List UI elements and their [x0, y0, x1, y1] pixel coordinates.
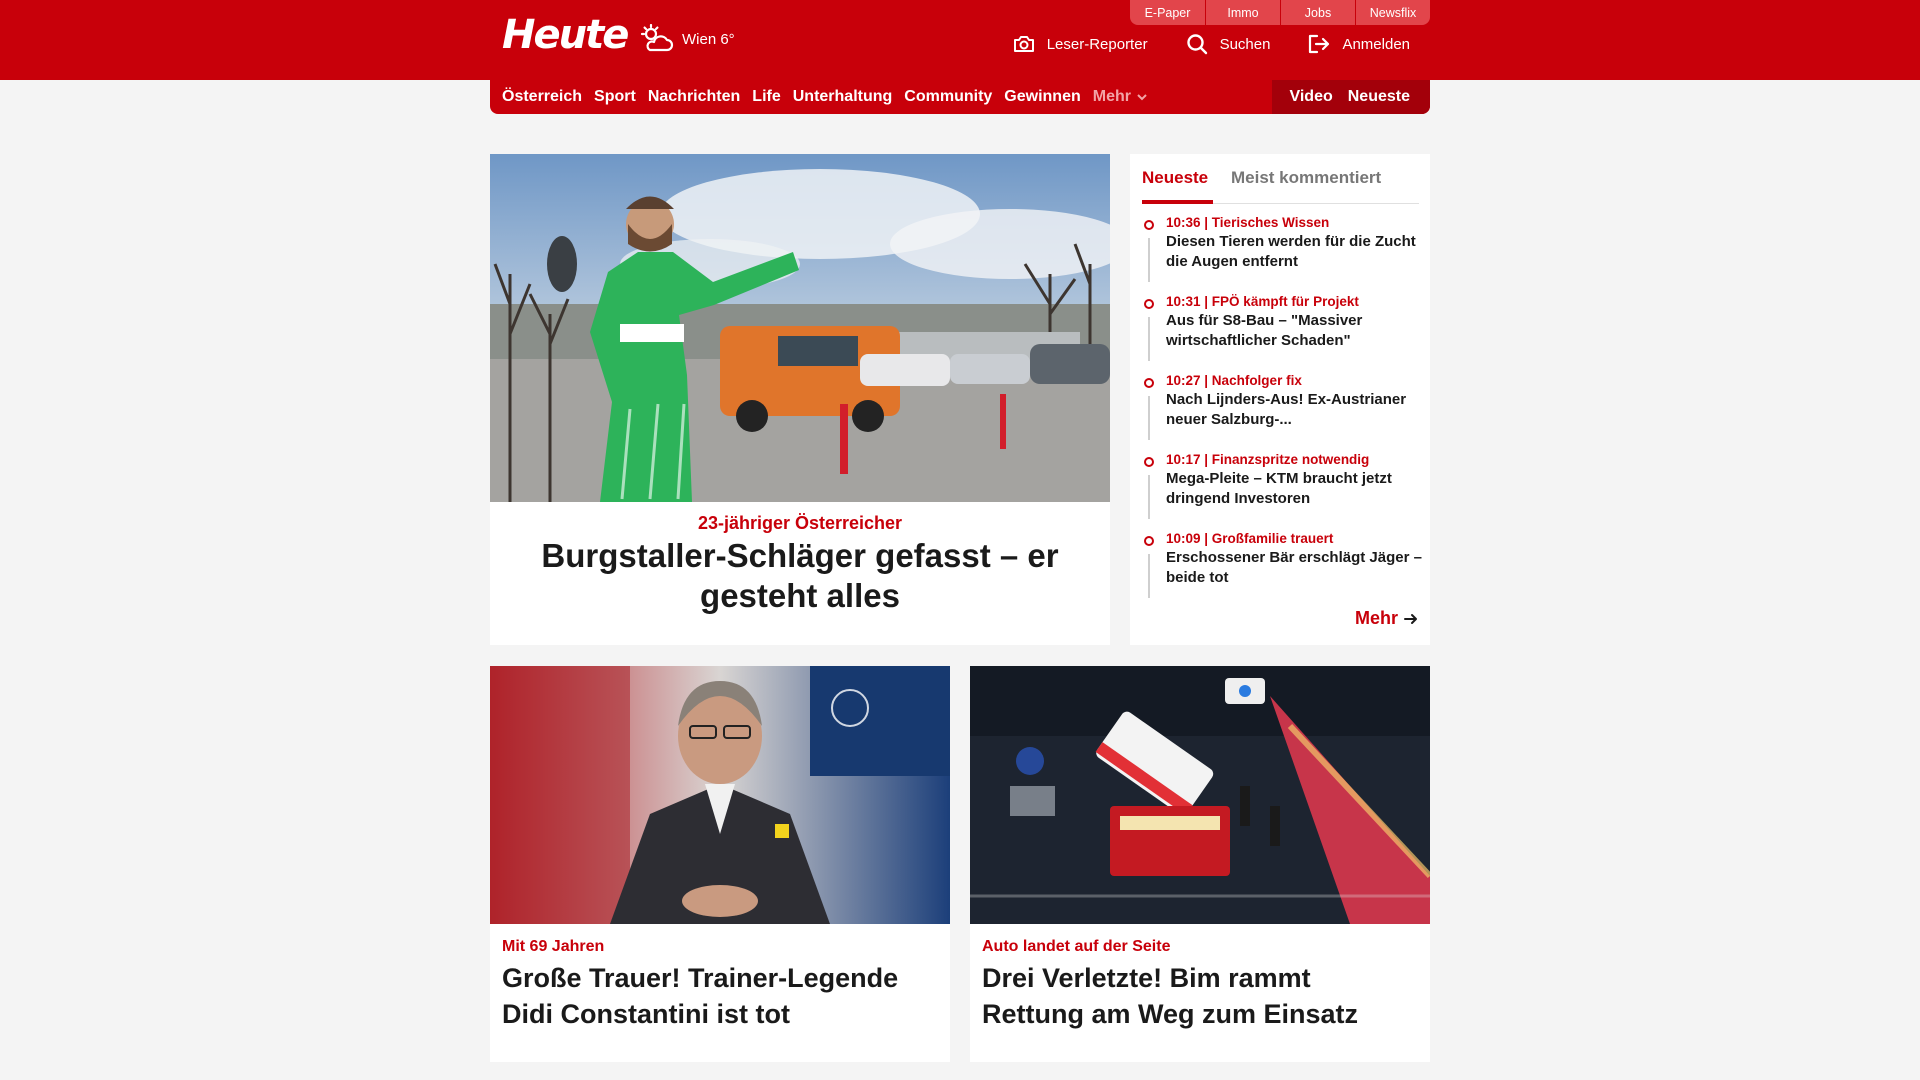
- timeline-meta: 10:09 | Großfamilie trauert: [1166, 531, 1334, 546]
- hero-image[interactable]: [490, 154, 1110, 502]
- hero-kicker: 23-jähriger Österreicher: [697, 513, 903, 533]
- timeline-title[interactable]: Aus für S8-Bau – "Massiver wirtschaftlic…: [1166, 311, 1424, 351]
- weather-widget[interactable]: Wien 6°: [640, 24, 735, 54]
- sidebar-more-link[interactable]: Mehr: [1355, 608, 1418, 629]
- timeline-title[interactable]: Diesen Tieren werden für die Zucht die A…: [1166, 232, 1424, 272]
- timeline-item[interactable]: 10:36 | Tierisches Wissen Diesen Tieren …: [1144, 212, 1424, 291]
- nav-right: Video Neueste: [1272, 80, 1430, 114]
- news-timeline: 10:36 | Tierisches Wissen Diesen Tieren …: [1144, 212, 1424, 607]
- weather-label: Wien 6°: [682, 30, 735, 48]
- sidebar-tabs: Neueste Meist kommentiert: [1142, 164, 1419, 204]
- nav-item-oesterreich[interactable]: Österreich: [502, 88, 582, 106]
- timeline-meta: 10:17 | Finanzspritze notwendig: [1166, 452, 1370, 467]
- search-label: Suchen: [1219, 35, 1271, 53]
- hero-title[interactable]: Burgstaller-Schläger gefasst – er gesteh…: [530, 536, 1070, 616]
- timeline-line: [1148, 554, 1150, 598]
- login-icon: [1309, 34, 1330, 54]
- site-header: Heute Wien 6° E-Paper Immo Jobs Newsflix…: [0, 0, 1920, 80]
- timeline-line: [1148, 475, 1150, 519]
- timeline-item[interactable]: 10:31 | FPÖ kämpft für Projekt Aus für S…: [1144, 291, 1424, 370]
- article-card[interactable]: Mit 69 Jahren Große Trauer! Trainer-Lege…: [490, 666, 950, 1062]
- nav-item-unterhaltung[interactable]: Unterhaltung: [793, 88, 893, 106]
- timeline-dot: [1144, 378, 1154, 388]
- header-inner: Heute Wien 6° E-Paper Immo Jobs Newsflix…: [490, 0, 1430, 80]
- main-nav: Österreich Sport Nachrichten Life Unterh…: [490, 80, 1430, 114]
- service-tab-jobs[interactable]: Jobs: [1280, 0, 1355, 25]
- nav-more-label: Mehr: [1092, 88, 1131, 105]
- timeline-item[interactable]: 10:09 | Großfamilie trauert Erschossener…: [1144, 528, 1424, 607]
- search-button[interactable]: Suchen: [1186, 33, 1271, 55]
- hero-photo-player: [490, 154, 1110, 502]
- arrow-right-icon: [1404, 613, 1417, 624]
- nav-item-gewinnen[interactable]: Gewinnen: [1004, 88, 1080, 106]
- nav-item-life[interactable]: Life: [752, 88, 780, 106]
- hero-article[interactable]: 23-jähriger Österreicher Burgstaller-Sch…: [490, 154, 1110, 645]
- nav-item-community[interactable]: Community: [904, 88, 992, 106]
- login-button[interactable]: Anmelden: [1308, 33, 1410, 55]
- timeline-item[interactable]: 10:27 | Nachfolger fix Nach Lijnders-Aus…: [1144, 370, 1424, 449]
- tab-neueste[interactable]: Neueste: [1142, 164, 1213, 204]
- nav-item-sport[interactable]: Sport: [594, 88, 636, 106]
- article-image[interactable]: [490, 666, 950, 924]
- latest-news-sidebar: Neueste Meist kommentiert 10:36 | Tieris…: [1130, 154, 1430, 645]
- timeline-meta: 10:31 | FPÖ kämpft für Projekt: [1166, 294, 1359, 309]
- timeline-line: [1148, 396, 1150, 440]
- site-logo[interactable]: Heute: [502, 12, 629, 58]
- card-title[interactable]: Große Trauer! Trainer-Legende Didi Const…: [502, 960, 938, 1032]
- timeline-line: [1148, 317, 1150, 361]
- leser-reporter-button[interactable]: Leser-Reporter: [1013, 33, 1148, 55]
- chevron-down-icon: [1137, 93, 1147, 100]
- card-photo-coach: [490, 666, 950, 924]
- timeline-dot: [1144, 299, 1154, 309]
- card-kicker: Mit 69 Jahren: [502, 938, 605, 955]
- article-image[interactable]: [970, 666, 1430, 924]
- timeline-dot: [1144, 220, 1154, 230]
- timeline-title[interactable]: Mega-Pleite – KTM braucht jetzt dringend…: [1166, 469, 1424, 509]
- timeline-item[interactable]: 10:17 | Finanzspritze notwendig Mega-Ple…: [1144, 449, 1424, 528]
- timeline-line: [1148, 238, 1150, 282]
- timeline-dot: [1144, 457, 1154, 467]
- service-tab-newsflix[interactable]: Newsflix: [1355, 0, 1430, 25]
- nav-item-neueste[interactable]: Neueste: [1348, 88, 1410, 106]
- service-tabs: E-Paper Immo Jobs Newsflix: [1130, 0, 1430, 25]
- login-label: Anmelden: [1342, 35, 1410, 53]
- timeline-dot: [1144, 536, 1154, 546]
- card-title[interactable]: Drei Verletzte! Bim rammt Rettung am Weg…: [982, 960, 1418, 1032]
- timeline-meta: 10:27 | Nachfolger fix: [1166, 373, 1302, 388]
- nav-item-video[interactable]: Video: [1289, 88, 1332, 106]
- leser-reporter-label: Leser-Reporter: [1046, 35, 1148, 53]
- weather-cloud-sun-icon: [640, 24, 674, 52]
- nav-items: Österreich Sport Nachrichten Life Unterh…: [502, 80, 1147, 114]
- tab-meist-kommentiert[interactable]: Meist kommentiert: [1231, 168, 1381, 188]
- search-icon: [1186, 34, 1207, 55]
- article-card[interactable]: Auto landet auf der Seite Drei Verletzte…: [970, 666, 1430, 1062]
- card-kicker: Auto landet auf der Seite: [982, 938, 1171, 955]
- header-actions: Leser-Reporter Suchen Anmelden: [1013, 33, 1410, 55]
- sidebar-more-label: Mehr: [1354, 608, 1398, 628]
- service-tab-immo[interactable]: Immo: [1205, 0, 1280, 25]
- service-tab-epaper[interactable]: E-Paper: [1130, 0, 1205, 25]
- timeline-meta: 10:36 | Tierisches Wissen: [1166, 215, 1330, 230]
- card-photo-accident: [970, 666, 1430, 924]
- timeline-title[interactable]: Nach Lijnders-Aus! Ex-Austrianer neuer S…: [1166, 390, 1424, 430]
- timeline-title[interactable]: Erschossener Bär erschlägt Jäger – beide…: [1166, 548, 1424, 588]
- nav-more-dropdown[interactable]: Mehr: [1093, 88, 1147, 106]
- nav-item-nachrichten[interactable]: Nachrichten: [648, 88, 740, 106]
- camera-icon: [1013, 36, 1034, 52]
